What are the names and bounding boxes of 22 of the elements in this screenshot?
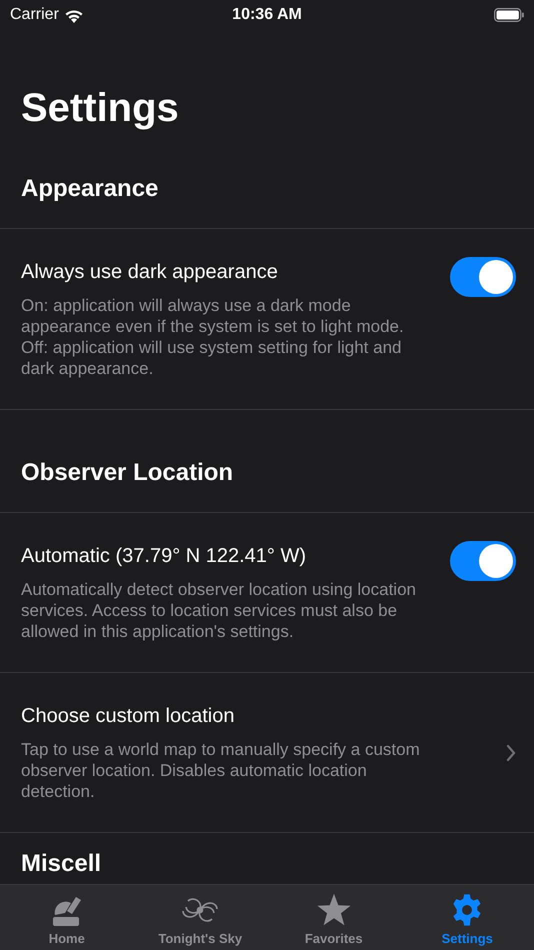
page-title: Settings	[21, 85, 180, 132]
section-heading: Miscell	[21, 849, 102, 879]
setting-title: Always use dark appearance	[21, 260, 279, 285]
tab-bar-item[interactable]: Settings	[400, 885, 534, 950]
chevron-right-icon[interactable]	[506, 744, 516, 762]
setting-description: Automatically detect observer location using location services. Access to location services must also be allowed in this application's settings.	[21, 579, 417, 642]
toggle-switch[interactable]	[450, 541, 516, 581]
carrier-label: Carrier	[10, 5, 59, 25]
section-heading: Appearance	[21, 174, 160, 204]
clock-time: 10:36 AM	[232, 5, 302, 25]
setting-title: Choose custom location	[21, 704, 236, 729]
wifi-icon	[64, 8, 84, 22]
section-heading: Observer Location	[21, 458, 234, 488]
tab-bar-item[interactable]: Tonight's Sky	[134, 885, 267, 950]
battery-icon	[494, 8, 524, 22]
setting-description: Tap to use a world map to manually specify a custom observer location. Disables automatic location detection.	[21, 739, 421, 802]
setting-description: On: application will always use a dark mode appearance even if the system is set to light mode. Off: application will use system setting for light and dark appearance.	[21, 295, 405, 379]
star-icon	[316, 892, 352, 926]
tab-bar-item[interactable]: Favorites	[267, 885, 400, 950]
toggle-switch[interactable]	[450, 257, 516, 297]
setting-title: Automatic (37.79° N 122.41° W)	[21, 544, 308, 569]
tab-bar-item[interactable]: Home	[0, 885, 134, 950]
